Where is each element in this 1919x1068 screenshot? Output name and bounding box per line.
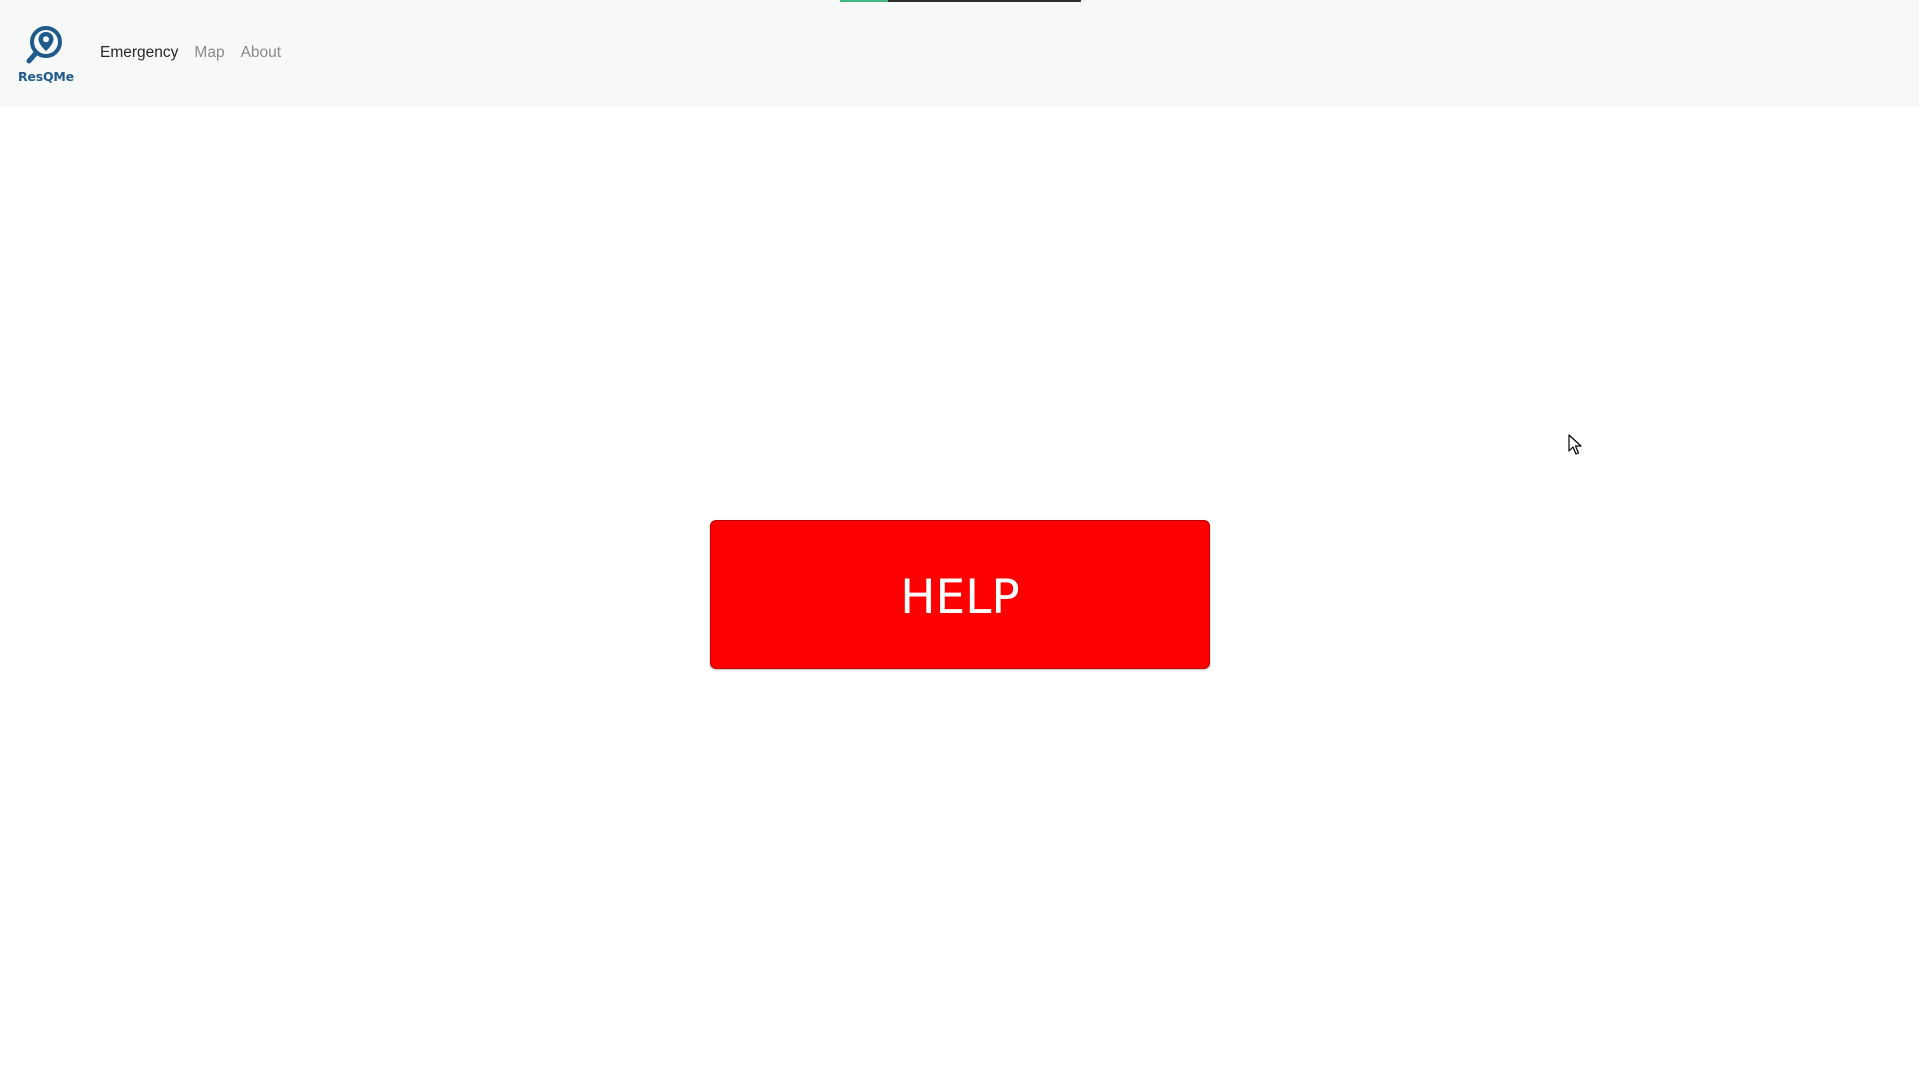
page-loading-bar <box>840 0 1081 2</box>
brand-logo-link[interactable]: ResQMe <box>16 24 76 86</box>
loading-bar-progress <box>840 0 888 2</box>
nav-item-about[interactable]: About <box>241 44 282 62</box>
mouse-pointer-icon <box>1568 434 1582 455</box>
page: ResQMe Emergency Map About HELP <box>0 0 1919 1068</box>
help-button[interactable]: HELP <box>710 520 1210 669</box>
nav-item-emergency[interactable]: Emergency <box>100 44 178 62</box>
top-navbar: ResQMe Emergency Map About <box>0 0 1919 107</box>
brand-name: ResQMe <box>18 69 74 84</box>
nav-item-map[interactable]: Map <box>194 44 224 62</box>
main-nav: Emergency Map About <box>100 44 281 62</box>
location-pin-magnifier-icon <box>26 26 62 64</box>
